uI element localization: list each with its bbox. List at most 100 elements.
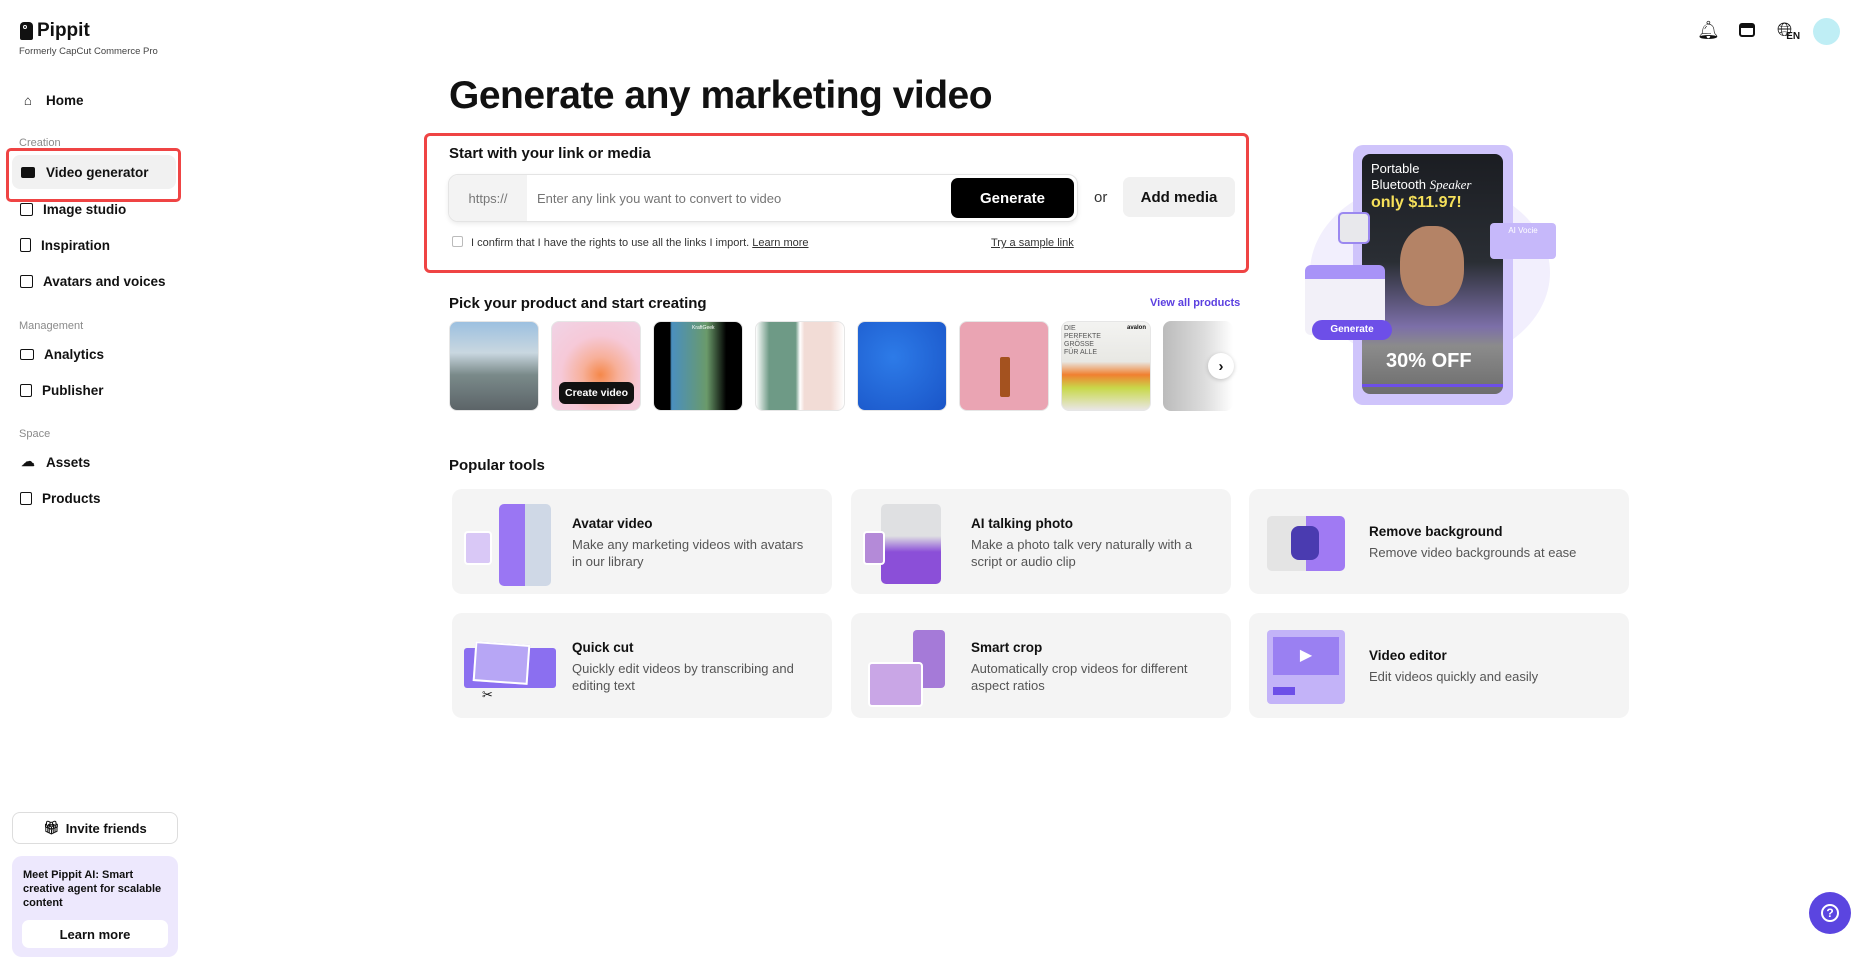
pippit-logo-icon: [20, 22, 33, 40]
tool-title: Video editor: [1369, 648, 1447, 663]
confirm-row: I confirm that I have the rights to use …: [471, 237, 809, 249]
tool-title: Smart crop: [971, 640, 1043, 655]
product-thumb-2[interactable]: Create video: [551, 321, 641, 411]
sidebar-item-home[interactable]: ⌂ Home: [12, 83, 176, 117]
sidebar-item-analytics[interactable]: Analytics: [12, 337, 176, 371]
promo-title: Meet Pippit AI:: [23, 869, 99, 881]
sidebar-item-products[interactable]: Products: [12, 481, 176, 515]
tool-card-remove-background[interactable]: Remove background Remove video backgroun…: [1249, 489, 1629, 594]
product-icon: [20, 491, 32, 505]
product-thumb-7[interactable]: DIE PERFEKTE GRÖSSE FÜR ALLE avalon: [1061, 321, 1151, 411]
label: Analytics: [44, 346, 105, 362]
label: Publisher: [42, 382, 104, 398]
page-title: Generate any marketing video: [449, 74, 993, 117]
remove-bg-thumb: [1261, 501, 1356, 583]
product-thumb-6[interactable]: [959, 321, 1049, 411]
view-all-products-link[interactable]: View all products: [1150, 297, 1240, 309]
confirm-text: I confirm that I have the rights to use …: [471, 237, 750, 249]
link-section-heading: Start with your link or media: [449, 145, 651, 162]
avatar-icon: [20, 274, 33, 288]
tool-desc: Make any marketing videos with avatars i…: [572, 537, 804, 569]
tool-card-ai-talking-photo[interactable]: AI talking photo Make a photo talk very …: [851, 489, 1231, 594]
label: Home: [46, 92, 84, 108]
section-space: Space: [19, 428, 51, 440]
tool-card-video-editor[interactable]: ▶ Video editor Edit videos quickly and e…: [1249, 613, 1629, 718]
inspiration-icon: [20, 238, 31, 252]
generate-button[interactable]: Generate: [951, 178, 1074, 218]
brand-name: Pippit: [37, 20, 90, 41]
brand-tagline: Formerly CapCut Commerce Pro: [19, 46, 158, 57]
art-text: AI Vocie: [1508, 226, 1538, 235]
art-generate: Generate: [1312, 320, 1392, 340]
help-icon: ?: [1821, 904, 1839, 922]
tool-title: AI talking photo: [971, 516, 1073, 531]
sidebar-item-image-studio[interactable]: Image studio: [12, 192, 176, 226]
sidebar-item-assets[interactable]: ☁ Assets: [12, 445, 176, 479]
thumb-brand: avalon: [1126, 325, 1146, 331]
subscription-icon[interactable]: [1739, 23, 1755, 37]
products-heading: Pick your product and start creating: [449, 295, 707, 312]
popular-tools-heading: Popular tools: [449, 457, 545, 474]
label: Products: [42, 490, 101, 506]
cloud-icon: ☁: [21, 454, 35, 469]
play-icon: ▶: [1273, 637, 1339, 675]
promo-card: Meet Pippit AI: Smart creative agent for…: [12, 856, 178, 957]
art-discount: 30% OFF: [1386, 350, 1472, 372]
tool-card-quick-cut[interactable]: ✂ Quick cut Quickly edit videos by trans…: [452, 613, 832, 718]
label: Image studio: [43, 201, 127, 217]
product-thumb-5[interactable]: [857, 321, 947, 411]
product-thumb-3[interactable]: KraftGeek: [653, 321, 743, 411]
product-thumb-1[interactable]: [449, 321, 539, 411]
tool-desc: Make a photo talk very naturally with a …: [971, 537, 1193, 569]
tool-title: Avatar video: [572, 516, 653, 531]
url-prefix: https://: [449, 175, 527, 221]
avatar-video-thumb: [464, 501, 559, 586]
try-sample-link[interactable]: Try a sample link: [991, 237, 1074, 249]
tool-desc: Remove video backgrounds at ease: [1369, 545, 1577, 560]
tool-title: Quick cut: [572, 640, 634, 655]
quick-cut-thumb: ✂: [464, 625, 559, 707]
invite-friends-button[interactable]: 🎁︎ Invite friends: [12, 812, 178, 844]
gift-icon: 🎁︎: [43, 820, 60, 835]
language-code: EN: [1786, 31, 1801, 42]
analytics-icon: [20, 348, 34, 360]
sidebar-item-publisher[interactable]: Publisher: [12, 373, 176, 407]
create-video-button[interactable]: Create video: [559, 382, 635, 404]
scissors-icon: ✂: [482, 687, 493, 702]
product-thumb-4[interactable]: [755, 321, 845, 411]
tool-card-avatar-video[interactable]: Avatar video Make any marketing videos w…: [452, 489, 832, 594]
label: Assets: [46, 454, 91, 470]
link-input[interactable]: [537, 183, 937, 213]
learn-more-link[interactable]: Learn more: [752, 237, 808, 249]
smart-crop-thumb: [863, 625, 958, 707]
language-button[interactable]: 🌐︎ EN: [1777, 20, 1800, 42]
sidebar-item-inspiration[interactable]: Inspiration: [12, 228, 176, 262]
logo[interactable]: Pippit: [20, 20, 90, 42]
tool-desc: Edit videos quickly and easily: [1369, 669, 1539, 684]
bell-icon[interactable]: 🔔︎: [1697, 20, 1720, 41]
section-management: Management: [19, 320, 84, 332]
label: Inspiration: [41, 237, 111, 253]
add-media-button[interactable]: Add media: [1123, 177, 1235, 217]
learn-more-button[interactable]: Learn more: [22, 920, 168, 948]
image-icon: [20, 202, 33, 216]
chevron-right-icon: ›: [1218, 357, 1224, 375]
art-text: Speaker: [1429, 177, 1472, 192]
help-button[interactable]: ?: [1809, 892, 1851, 934]
sidebar-item-avatars[interactable]: Avatars and voices: [12, 264, 176, 298]
label: Invite friends: [65, 820, 147, 836]
user-avatar[interactable]: [1813, 18, 1840, 45]
tool-desc: Automatically crop videos for different …: [971, 661, 1188, 693]
rights-checkbox[interactable]: [452, 236, 463, 247]
tool-desc: Quickly edit videos by transcribing and …: [572, 661, 794, 693]
or-label: or: [1094, 189, 1108, 206]
thumb-text: KraftGeek: [692, 325, 715, 331]
link-input-bar: https:// Generate: [448, 174, 1078, 222]
talking-photo-thumb: [863, 501, 958, 584]
tool-card-smart-crop[interactable]: Smart crop Automatically crop videos for…: [851, 613, 1231, 718]
art-price: only $11.97!: [1371, 194, 1462, 211]
thumb-text: DIE PERFEKTE GRÖSSE FÜR ALLE: [1064, 325, 1101, 356]
carousel-next-button[interactable]: ›: [1208, 353, 1234, 379]
art-text: Portable: [1371, 161, 1420, 176]
promo-illustration: Portable Bluetooth Speaker only $11.97! …: [1300, 140, 1600, 420]
